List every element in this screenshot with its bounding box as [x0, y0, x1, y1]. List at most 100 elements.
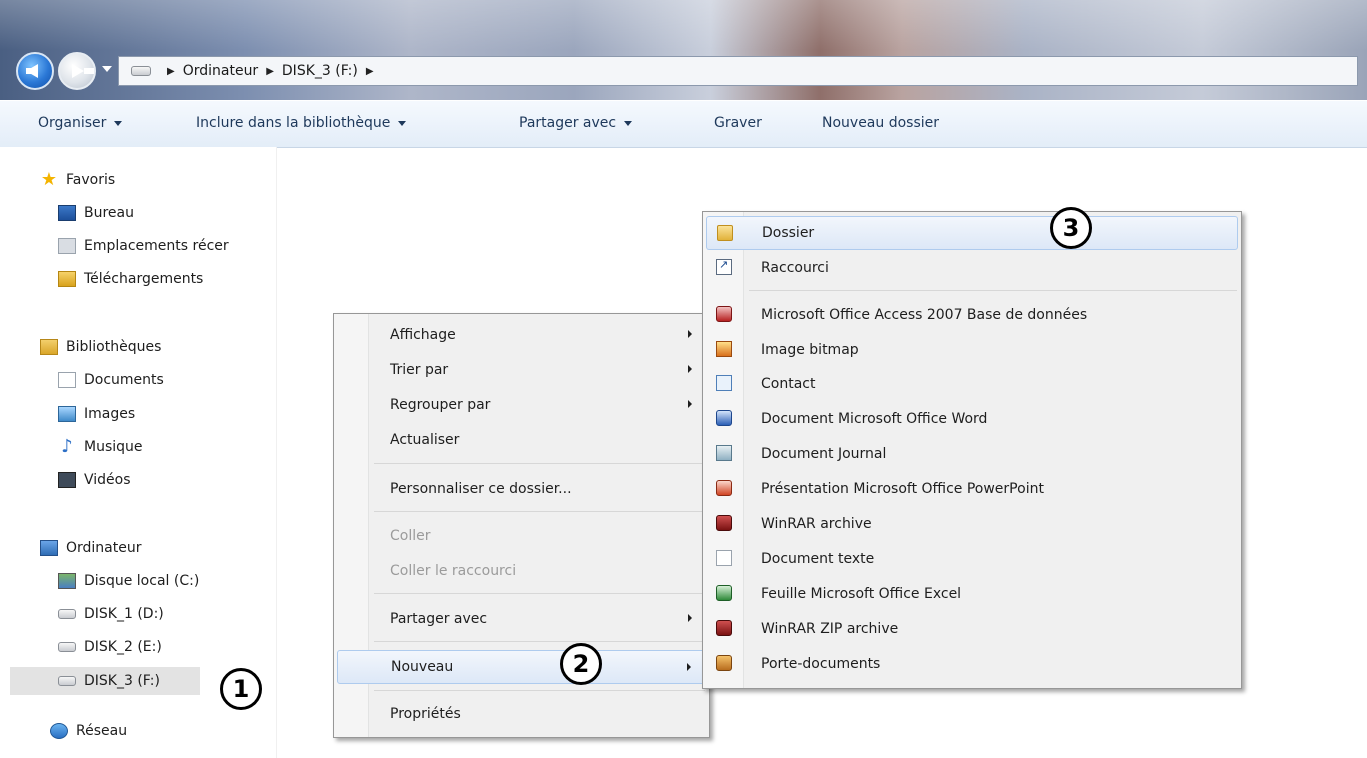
network-icon: [50, 723, 68, 739]
submenu-item-winrar-zip[interactable]: WinRAR ZIP archive: [706, 612, 1238, 646]
submenu-item-label: Image bitmap: [761, 342, 859, 358]
submenu-item-folder[interactable]: Dossier: [706, 216, 1238, 250]
menu-item-refresh[interactable]: Actualiser: [337, 425, 706, 455]
recent-pages-dropdown[interactable]: [102, 66, 112, 72]
submenu-item-briefcase[interactable]: Porte-documents: [706, 647, 1238, 681]
menu-item-view[interactable]: Affichage: [337, 320, 706, 350]
menu-item-customize-folder[interactable]: Personnaliser ce dossier...: [337, 474, 706, 504]
nav-item-disk1[interactable]: DISK_1 (D:): [58, 603, 164, 625]
nav-item-disk2[interactable]: DISK_2 (E:): [58, 636, 162, 658]
nav-item-disk3[interactable]: DISK_3 (F:): [10, 667, 200, 695]
nav-item-label: Documents: [84, 372, 164, 388]
menu-item-paste[interactable]: Coller: [337, 521, 706, 551]
submenu-item-access[interactable]: Microsoft Office Access 2007 Base de don…: [706, 298, 1238, 332]
chevron-down-icon: [624, 120, 633, 126]
nav-item-images[interactable]: Images: [58, 403, 135, 425]
new-submenu: Dossier Raccourci Microsoft Office Acces…: [702, 211, 1242, 689]
nav-item-videos[interactable]: Vidéos: [58, 469, 131, 491]
submenu-item-contact[interactable]: Contact: [706, 367, 1238, 401]
menu-item-properties[interactable]: Propriétés: [337, 699, 706, 729]
videos-icon: [58, 472, 76, 488]
callout-step-2: 2: [560, 643, 602, 685]
burn-button[interactable]: Graver: [714, 115, 762, 131]
forward-arrow-icon: [72, 64, 94, 78]
nav-item-music[interactable]: ♪ Musique: [58, 436, 142, 458]
nav-item-label: Vidéos: [84, 472, 131, 488]
drive-icon: [58, 642, 76, 652]
organize-button[interactable]: Organiser: [38, 115, 123, 131]
address-bar[interactable]: ▶ Ordinateur ▶ DISK_3 (F:) ▶: [118, 56, 1358, 86]
menu-item-label: Regrouper par: [390, 397, 491, 413]
nav-computer[interactable]: Ordinateur: [40, 537, 142, 559]
menu-item-label: Affichage: [390, 327, 456, 343]
menu-item-group-by[interactable]: Regrouper par: [337, 390, 706, 420]
menu-separator: [374, 511, 705, 512]
include-library-button[interactable]: Inclure dans la bibliothèque: [196, 115, 407, 131]
star-icon: ★: [40, 169, 58, 190]
submenu-arrow-icon: [688, 330, 692, 338]
documents-icon: [58, 372, 76, 388]
submenu-arrow-icon: [688, 365, 692, 373]
submenu-item-excel[interactable]: Feuille Microsoft Office Excel: [706, 577, 1238, 611]
title-bar-sheen: [0, 0, 1367, 50]
submenu-item-label: WinRAR ZIP archive: [761, 621, 899, 637]
submenu-arrow-icon: [687, 663, 691, 671]
breadcrumb-computer[interactable]: Ordinateur: [183, 63, 259, 79]
nav-item-recent-places[interactable]: Emplacements récer: [58, 235, 229, 257]
submenu-item-powerpoint[interactable]: Présentation Microsoft Office PowerPoint: [706, 472, 1238, 506]
drive-icon: [131, 66, 151, 76]
callout-step-3: 3: [1050, 207, 1092, 249]
nav-item-local-disk-c[interactable]: Disque local (C:): [58, 570, 199, 592]
breadcrumb-arrow-icon[interactable]: ▶: [167, 66, 175, 77]
nav-favorites[interactable]: ★ Favoris: [40, 169, 115, 191]
submenu-item-label: Microsoft Office Access 2007 Base de don…: [761, 307, 1088, 323]
menu-item-label: Personnaliser ce dossier...: [390, 481, 572, 497]
menu-item-share-with[interactable]: Partager avec: [337, 604, 706, 634]
contact-icon: [716, 375, 732, 391]
submenu-item-text-document[interactable]: Document texte: [706, 542, 1238, 576]
nav-libraries[interactable]: Bibliothèques: [40, 336, 161, 358]
word-icon: [716, 410, 732, 426]
organize-label: Organiser: [38, 115, 107, 131]
nav-item-downloads[interactable]: Téléchargements: [58, 268, 203, 290]
submenu-item-shortcut[interactable]: Raccourci: [706, 251, 1238, 285]
access-icon: [716, 306, 732, 322]
drive-icon: [58, 609, 76, 619]
nav-item-label: Emplacements récer: [84, 238, 229, 254]
submenu-item-label: Feuille Microsoft Office Excel: [761, 586, 962, 602]
submenu-item-label: Dossier: [762, 225, 815, 241]
downloads-icon: [58, 271, 76, 287]
submenu-item-bitmap[interactable]: Image bitmap: [706, 333, 1238, 367]
text-document-icon: [716, 550, 732, 566]
nav-item-documents[interactable]: Documents: [58, 369, 164, 391]
breadcrumb-disk3[interactable]: DISK_3 (F:): [282, 63, 358, 79]
forward-button[interactable]: [58, 52, 96, 90]
nav-favorites-label: Favoris: [66, 172, 116, 188]
menu-item-paste-shortcut[interactable]: Coller le raccourci: [337, 556, 706, 586]
back-button[interactable]: [16, 52, 54, 90]
nav-network[interactable]: Réseau: [50, 720, 127, 742]
submenu-item-winrar[interactable]: WinRAR archive: [706, 507, 1238, 541]
new-folder-button[interactable]: Nouveau dossier: [822, 115, 939, 131]
menu-item-label: Nouveau: [391, 659, 454, 675]
desktop-icon: [58, 205, 76, 221]
breadcrumb-arrow-icon[interactable]: ▶: [266, 66, 274, 77]
nav-item-desktop[interactable]: Bureau: [58, 202, 134, 224]
submenu-item-journal[interactable]: Document Journal: [706, 437, 1238, 471]
include-library-label: Inclure dans la bibliothèque: [196, 115, 391, 131]
nav-network-label: Réseau: [76, 723, 128, 739]
drive-icon: [58, 676, 76, 686]
submenu-item-label: Présentation Microsoft Office PowerPoint: [761, 481, 1044, 497]
nav-item-label: DISK_2 (E:): [84, 639, 162, 655]
submenu-item-word[interactable]: Document Microsoft Office Word: [706, 402, 1238, 436]
menu-item-sort-by[interactable]: Trier par: [337, 355, 706, 385]
images-icon: [58, 406, 76, 422]
nav-item-label: DISK_1 (D:): [84, 606, 164, 622]
nav-item-label: Bureau: [84, 205, 134, 221]
breadcrumb-arrow-icon[interactable]: ▶: [366, 66, 374, 77]
music-icon: ♪: [61, 436, 73, 457]
menu-item-new[interactable]: Nouveau: [337, 650, 706, 684]
share-with-button[interactable]: Partager avec: [519, 115, 633, 131]
menu-item-label: Trier par: [390, 362, 449, 378]
context-menu: Affichage Trier par Regrouper par Actual…: [333, 313, 710, 738]
